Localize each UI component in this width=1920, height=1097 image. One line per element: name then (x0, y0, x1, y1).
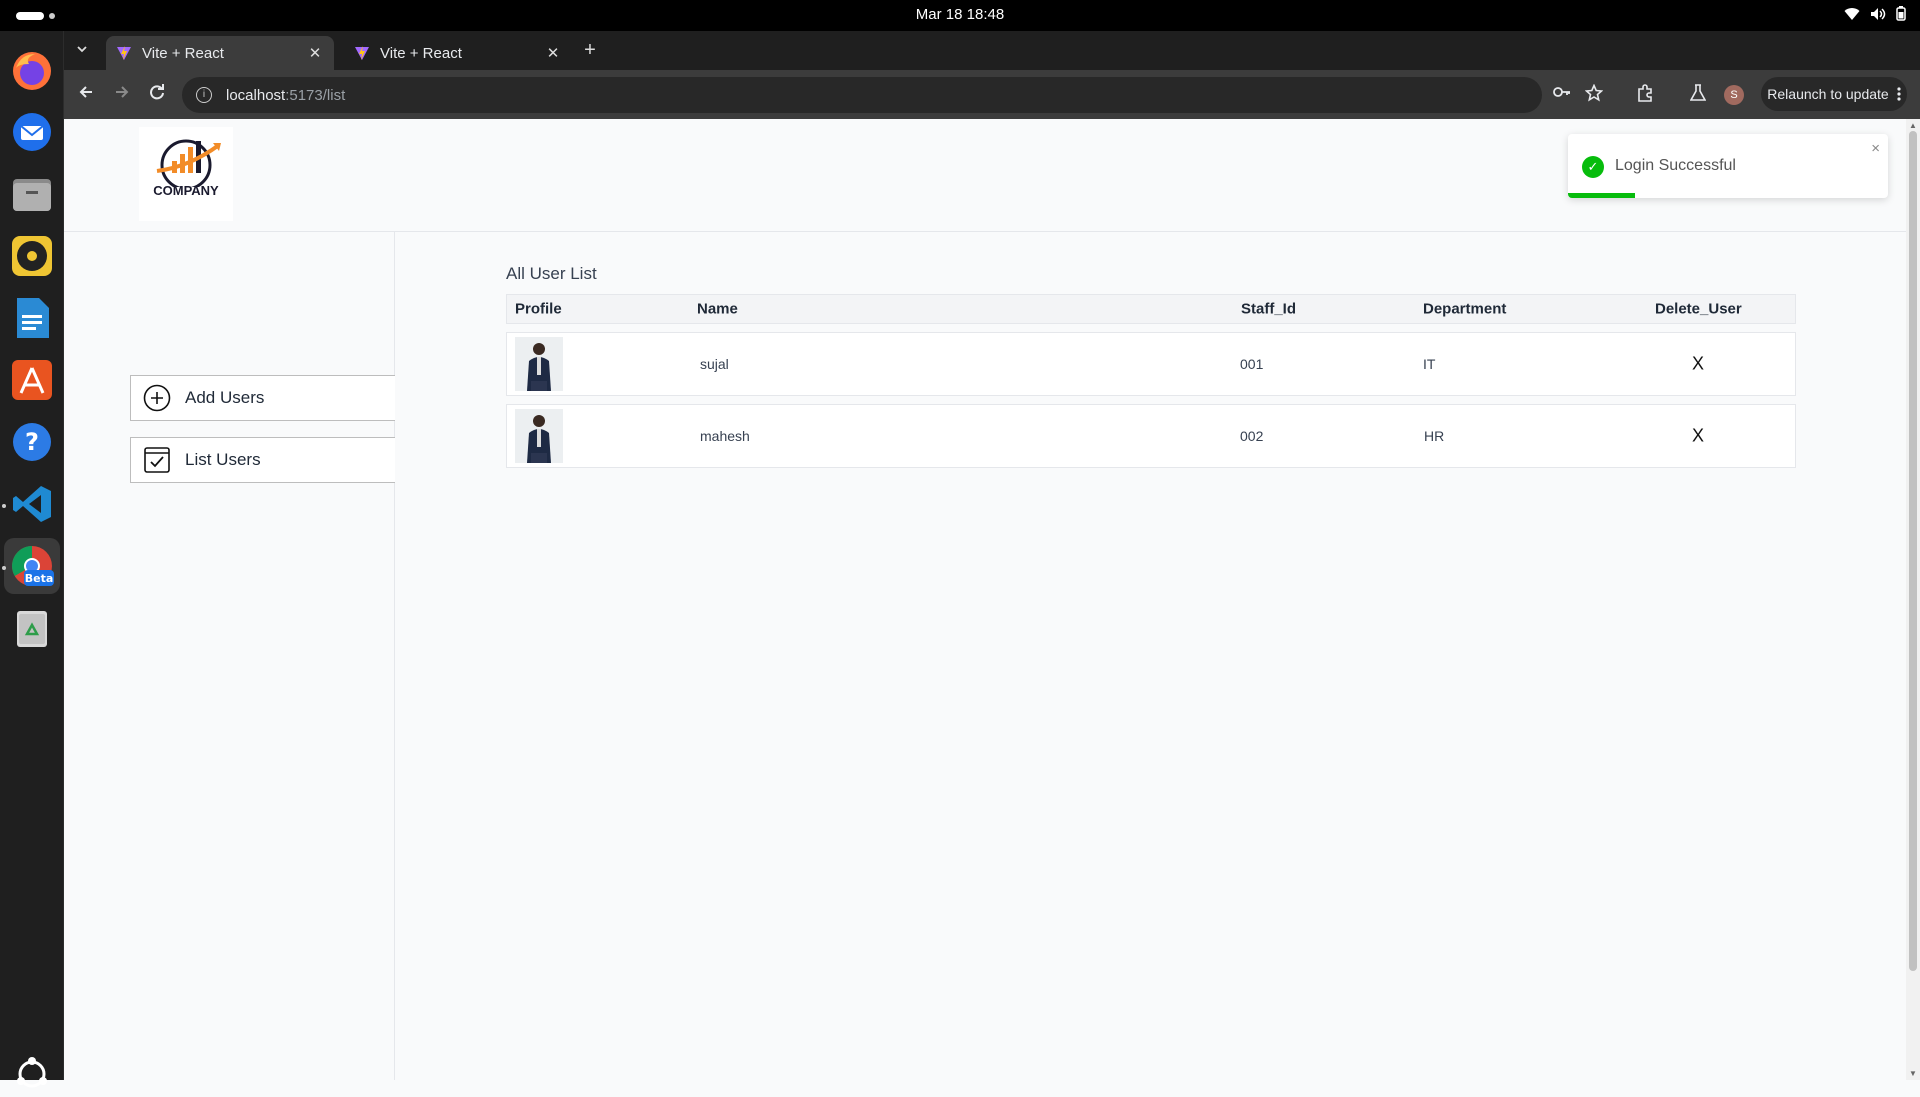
files-icon[interactable] (9, 171, 55, 217)
system-tray[interactable] (1844, 6, 1906, 21)
delete-user-button[interactable]: X (1692, 426, 1704, 447)
beta-badge: Beta (25, 572, 54, 585)
company-logo[interactable]: COMPANY (139, 127, 233, 221)
volume-icon (1871, 7, 1886, 20)
close-tab-icon[interactable]: ✕ (306, 44, 324, 62)
scrollbar-thumb[interactable] (1909, 131, 1917, 971)
user-name: mahesh (700, 428, 750, 444)
checklist-icon (143, 446, 171, 474)
reload-button[interactable] (145, 82, 169, 106)
logo-text: COMPANY (153, 183, 219, 198)
table-header: Profile Name Staff_Id Department Delete_… (506, 294, 1796, 324)
column-header-delete-user: Delete_User (1655, 300, 1742, 318)
column-header-staff-id: Staff_Id (1241, 300, 1297, 318)
user-staff-id: 002 (1240, 428, 1264, 444)
profile-avatar[interactable]: S (1724, 85, 1744, 105)
sidebar-item-list-users[interactable]: List Users (130, 437, 395, 483)
toast-close-icon[interactable]: × (1871, 140, 1880, 157)
chevron-down-icon (77, 46, 87, 53)
close-tab-icon[interactable]: ✕ (544, 44, 562, 62)
forward-button[interactable] (110, 82, 134, 106)
relaunch-label: Relaunch to update (1767, 86, 1889, 102)
delete-user-button[interactable]: X (1692, 354, 1704, 375)
table-row: mahesh 002 HR X (506, 404, 1796, 468)
url-host: localhost (226, 86, 286, 104)
column-header-name: Name (697, 300, 738, 318)
arrow-right-icon (116, 86, 129, 98)
add-circle-icon (143, 384, 171, 412)
address-bar[interactable]: i localhost:5173/list (182, 77, 1542, 113)
tab-strip: Vite + React ✕ Vite + React ✕ + (64, 31, 1920, 70)
toast-message: Login Successful (1615, 157, 1736, 174)
bookmark-star-icon[interactable] (1584, 83, 1604, 104)
relaunch-to-update-button[interactable]: Relaunch to update (1761, 77, 1907, 111)
tab-vite-react-2[interactable]: Vite + React ✕ (344, 36, 572, 70)
vite-favicon-icon (355, 46, 369, 60)
profile-photo (515, 409, 563, 463)
column-header-profile: Profile (515, 300, 562, 318)
user-staff-id: 001 (1240, 356, 1264, 372)
site-info-icon[interactable]: i (196, 87, 212, 103)
user-name: sujal (700, 356, 729, 372)
running-indicator (2, 566, 6, 570)
arrow-left-icon (79, 86, 92, 98)
system-top-bar: Mar 18 18:48 (0, 0, 1920, 31)
logo-graphic-icon (156, 139, 221, 191)
sidebar-item-label: Add Users (185, 388, 265, 407)
back-button[interactable] (74, 82, 98, 106)
new-tab-button[interactable]: + (578, 39, 602, 63)
rhythmbox-icon[interactable] (9, 233, 55, 279)
vite-favicon-icon (117, 46, 131, 60)
app-center-icon[interactable] (9, 357, 55, 403)
toast-progress-bar (1568, 193, 1636, 198)
user-department: IT (1423, 356, 1436, 372)
dock: ? Beta (0, 31, 64, 1088)
kebab-menu-icon[interactable] (1897, 87, 1901, 101)
svg-text:?: ? (25, 428, 39, 456)
user-department: HR (1424, 428, 1445, 444)
writer-icon[interactable] (9, 295, 55, 341)
login-success-toast[interactable]: ✓ Login Successful × (1568, 134, 1888, 198)
sidebar-item-add-users[interactable]: Add Users (130, 375, 395, 421)
scroll-up-arrow-icon[interactable]: ▲ (1909, 121, 1917, 130)
password-key-icon[interactable] (1552, 84, 1572, 104)
tab-search-button[interactable] (72, 41, 92, 61)
reload-icon (150, 84, 164, 100)
success-check-icon: ✓ (1582, 156, 1604, 178)
firefox-icon[interactable] (9, 48, 55, 94)
trash-icon[interactable] (9, 606, 55, 652)
page-scrollbar[interactable]: ▲ ▼ (1906, 119, 1920, 1080)
page-title: All User List (506, 264, 597, 283)
sidebar: Add Users List Users (64, 232, 395, 1080)
vscode-icon[interactable] (9, 481, 55, 527)
tab-title: Vite + React (142, 44, 224, 62)
help-icon[interactable]: ? (9, 419, 55, 465)
column-header-department: Department (1423, 300, 1507, 318)
table-row: sujal 001 IT X (506, 332, 1796, 396)
tab-title: Vite + React (380, 44, 462, 62)
user-list-section: All User List Profile Name Staff_Id Depa… (506, 264, 1796, 468)
system-clock[interactable]: Mar 18 18:48 (0, 6, 1920, 23)
url-path: :5173/list (285, 86, 346, 104)
labs-flask-icon[interactable] (1688, 84, 1708, 104)
sidebar-item-label: List Users (185, 450, 261, 469)
browser-toolbar: i localhost:5173/list S Relaunch to upda… (64, 70, 1920, 119)
battery-icon (1896, 6, 1906, 21)
tab-vite-react-1[interactable]: Vite + React ✕ (106, 36, 334, 70)
chrome-beta-icon[interactable]: Beta (9, 543, 55, 589)
running-indicator (2, 504, 6, 508)
extensions-icon[interactable] (1635, 84, 1655, 104)
web-page: COMPANY Add Users List Users All User Li… (64, 119, 1906, 1080)
thunderbird-icon[interactable] (9, 109, 55, 155)
scroll-down-arrow-icon[interactable]: ▼ (1909, 1069, 1917, 1078)
wifi-icon (1844, 7, 1860, 20)
profile-photo (515, 337, 563, 391)
show-apps-icon[interactable] (9, 1051, 55, 1097)
